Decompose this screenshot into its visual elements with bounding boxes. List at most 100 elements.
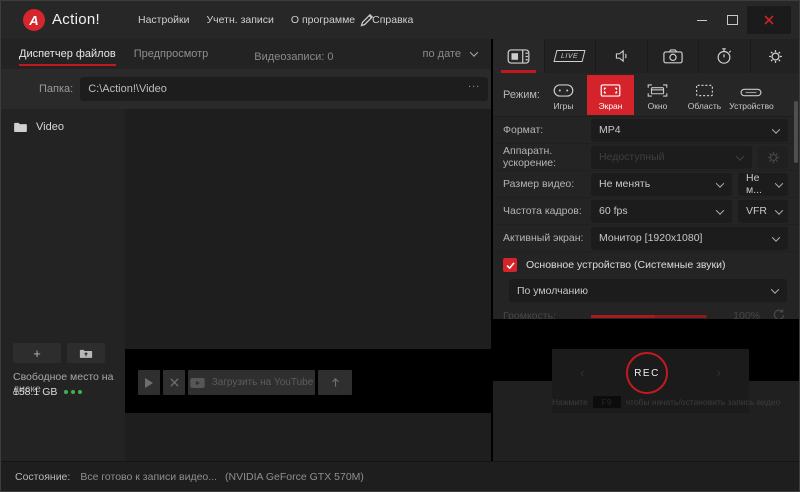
audio-device-dropdown[interactable]: По умолчанию: [509, 279, 787, 302]
stopwatch-icon: [715, 47, 733, 65]
framerate-row: Частота кадров: 60 fps VFR: [493, 198, 800, 225]
format-dropdown[interactable]: MP4: [591, 119, 788, 142]
media-toolbar: Загрузить на YouTube: [138, 370, 352, 395]
mode-games-button[interactable]: Игры: [540, 75, 587, 115]
app-title: Action!: [52, 11, 100, 28]
primary-device-checkbox[interactable]: [503, 258, 517, 272]
menu-item-accounts[interactable]: Учетн. записи: [207, 14, 274, 26]
video-size-label: Размер видео:: [503, 178, 591, 190]
sort-value: по дате: [423, 48, 461, 60]
chevron-down-icon: [775, 206, 783, 214]
gamepad-icon: [553, 84, 574, 97]
tab-settings[interactable]: [750, 39, 800, 73]
sidebar-buttons: +: [13, 343, 105, 363]
action-app-window: A Action! Настройки Учетн. записи О прог…: [0, 0, 800, 492]
delete-button[interactable]: [163, 370, 185, 395]
framerate-dropdown[interactable]: 60 fps: [591, 200, 732, 223]
minimize-button[interactable]: [687, 6, 717, 34]
menu-item-settings[interactable]: Настройки: [138, 14, 190, 26]
hw-accel-label: Аппаратн. ускорение:: [503, 145, 591, 169]
hw-accel-settings-button[interactable]: [758, 146, 788, 169]
active-screen-dropdown[interactable]: Монитор [1920x1080]: [591, 227, 788, 250]
mode-label: Режим:: [493, 89, 540, 101]
window-icon: [647, 84, 668, 97]
hotkey-badge: F9: [593, 396, 621, 408]
chevron-down-icon: [771, 285, 779, 293]
chevron-down-icon: [772, 233, 780, 241]
camera-icon: [663, 48, 683, 64]
mode-window-button[interactable]: Окно: [634, 75, 681, 115]
folder-icon: [14, 122, 27, 132]
rec-hotkey-hint: Нажмите F9 чтобы начать/остановить запис…: [552, 396, 800, 408]
mode-device-button[interactable]: Устройство: [728, 75, 775, 115]
disk-status-dots: [64, 390, 82, 394]
primary-device-row: Основное устройство (Системные звуки): [503, 258, 725, 272]
volume-slider[interactable]: [591, 315, 707, 318]
free-space-value: 158.1 GB: [13, 386, 82, 398]
device-icon: [740, 88, 762, 97]
menu-item-help[interactable]: Справка: [372, 14, 413, 26]
video-size-extra-dropdown[interactable]: Не м...: [738, 173, 788, 196]
window-controls: [687, 1, 791, 39]
tab-file-manager[interactable]: Диспетчер файлов: [19, 42, 116, 66]
hw-accel-dropdown[interactable]: Недоступный: [591, 146, 752, 169]
status-label: Состояние:: [15, 471, 70, 483]
primary-device-label: Основное устройство (Системные звуки): [526, 259, 725, 271]
file-manager-panel: Диспетчер файлов Предпросмотр Видеозапис…: [1, 39, 491, 463]
tab-video-recording[interactable]: [493, 39, 544, 73]
hw-accel-row: Аппаратн. ускорение: Недоступный: [493, 144, 800, 171]
status-message: Все готово к записи видео...: [80, 471, 217, 483]
screen-icon: [600, 84, 621, 97]
upload-button[interactable]: [318, 370, 352, 395]
tree-item-label: Video: [36, 121, 64, 133]
chevron-down-icon: [736, 152, 744, 160]
videos-counter: Видеозаписи: 0: [254, 45, 333, 63]
gear-icon: [767, 48, 784, 65]
main-area: Диспетчер файлов Предпросмотр Видеозапис…: [1, 39, 799, 463]
upload-arrow-icon: [330, 377, 341, 388]
mode-region-button[interactable]: Область: [681, 75, 728, 115]
tab-audio-recording[interactable]: [595, 39, 647, 73]
mode-buttons: Игры Экран Окно Область: [540, 75, 775, 115]
menu-item-about[interactable]: О программе: [291, 14, 355, 26]
folder-path-value: C:\Action!\Video: [88, 83, 167, 95]
check-icon: [506, 262, 515, 269]
add-folder-button[interactable]: +: [13, 343, 61, 363]
sort-dropdown[interactable]: по дате: [423, 48, 477, 60]
recording-panel: LIVE Режим:: [493, 39, 800, 463]
folder-path-input[interactable]: C:\Action!\Video ...: [80, 77, 488, 101]
tab-screenshots[interactable]: [647, 39, 699, 73]
video-size-dropdown[interactable]: Не менять: [591, 173, 732, 196]
rec-button[interactable]: REC: [626, 352, 668, 394]
chevron-down-icon: [772, 125, 780, 133]
upload-youtube-button[interactable]: Загрузить на YouTube: [188, 370, 315, 395]
app-logo-letter: A: [29, 13, 38, 28]
rec-next-arrow-icon[interactable]: ›: [717, 365, 721, 380]
scrollbar-thumb[interactable]: [794, 101, 798, 163]
active-screen-row: Активный экран: Монитор [1920x1080]: [493, 225, 800, 252]
tab-live-streaming[interactable]: LIVE: [544, 39, 596, 73]
format-row: Формат: MP4: [493, 117, 800, 144]
tree-item-video[interactable]: Video: [14, 121, 64, 133]
import-folder-icon: [79, 348, 93, 359]
browse-button[interactable]: ...: [468, 78, 480, 90]
rec-panel: ‹ REC › Нажмите F9 чтобы начать/останови…: [552, 349, 749, 413]
close-button[interactable]: [747, 6, 791, 34]
tab-preview[interactable]: Предпросмотр: [134, 42, 209, 66]
chevron-down-icon: [716, 179, 724, 187]
folder-tree-sidebar: Video + Свободное место на диске 158.1 G…: [1, 109, 125, 463]
folder-row: Папка: C:\Action!\Video ...: [1, 69, 491, 109]
tab-benchmark[interactable]: [698, 39, 750, 73]
mode-screen-button[interactable]: Экран: [587, 75, 634, 115]
framerate-label: Частота кадров:: [503, 205, 591, 217]
rec-prev-arrow-icon[interactable]: ‹: [580, 365, 584, 380]
maximize-button[interactable]: [717, 6, 747, 34]
import-folder-button[interactable]: [67, 343, 105, 363]
chevron-down-icon: [470, 48, 478, 56]
file-area: Video + Свободное место на диске 158.1 G…: [1, 109, 491, 463]
close-icon: [764, 15, 774, 25]
play-button[interactable]: [138, 370, 160, 395]
hud-pen-icon[interactable]: [359, 12, 375, 28]
screen-record-icon: [507, 49, 530, 64]
framerate-mode-dropdown[interactable]: VFR: [738, 200, 788, 223]
